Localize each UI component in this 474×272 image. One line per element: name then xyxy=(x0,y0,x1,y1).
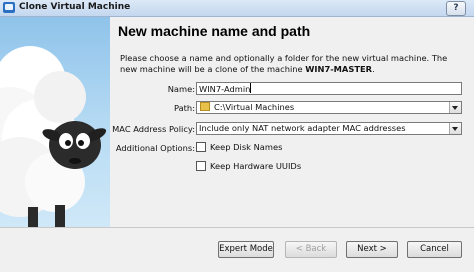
mac-policy-value: Include only NAT network adapter MAC add… xyxy=(199,123,406,133)
expert-mode-button[interactable]: Expert Mode xyxy=(218,241,274,258)
chevron-down-icon[interactable] xyxy=(449,123,461,134)
keep-disk-names-checkbox[interactable] xyxy=(196,142,206,152)
path-combobox[interactable]: C:\Virtual Machines xyxy=(196,101,462,114)
additional-options-label: Additional Options: xyxy=(115,143,195,153)
name-label: Name: xyxy=(167,84,195,94)
path-value: C:\Virtual Machines xyxy=(214,102,295,112)
next-button[interactable]: Next > xyxy=(346,241,398,258)
mac-policy-label: MAC Address Policy: xyxy=(112,124,195,134)
page-title: New machine name and path xyxy=(118,23,311,39)
description-text: Please choose a name and optionally a fo… xyxy=(120,53,448,74)
keep-hardware-uuids-label: Keep Hardware UUIDs xyxy=(210,161,302,171)
sheep-illustration xyxy=(0,17,110,227)
folder-icon xyxy=(200,102,210,111)
keep-disk-names-label: Keep Disk Names xyxy=(210,142,283,152)
keep-disk-names-option[interactable]: Keep Disk Names xyxy=(196,142,282,154)
back-button[interactable]: < Back xyxy=(285,241,337,258)
name-value: WIN7-Admin xyxy=(199,84,251,94)
window-title: Clone Virtual Machine xyxy=(19,2,131,12)
wizard-page: New machine name and path Please choose … xyxy=(110,17,474,227)
help-button[interactable]: ? xyxy=(446,1,466,16)
keep-hardware-uuids-checkbox[interactable] xyxy=(196,161,206,171)
text-caret xyxy=(250,83,252,93)
description-end: . xyxy=(372,64,375,74)
sheep-image xyxy=(0,46,107,227)
page-description: Please choose a name and optionally a fo… xyxy=(120,53,465,75)
name-field[interactable]: WIN7-Admin xyxy=(196,82,462,95)
path-label: Path: xyxy=(173,103,195,113)
virtualbox-icon xyxy=(3,2,15,13)
keep-hardware-uuids-option[interactable]: Keep Hardware UUIDs xyxy=(196,161,301,173)
title-bar: Clone Virtual Machine ? xyxy=(0,0,474,17)
chevron-down-icon[interactable] xyxy=(449,102,461,113)
footer-divider xyxy=(0,227,474,228)
mac-policy-select[interactable]: Include only NAT network adapter MAC add… xyxy=(196,122,462,135)
source-machine-name: WIN7-MASTER xyxy=(305,64,373,74)
cancel-button[interactable]: Cancel xyxy=(407,241,462,258)
